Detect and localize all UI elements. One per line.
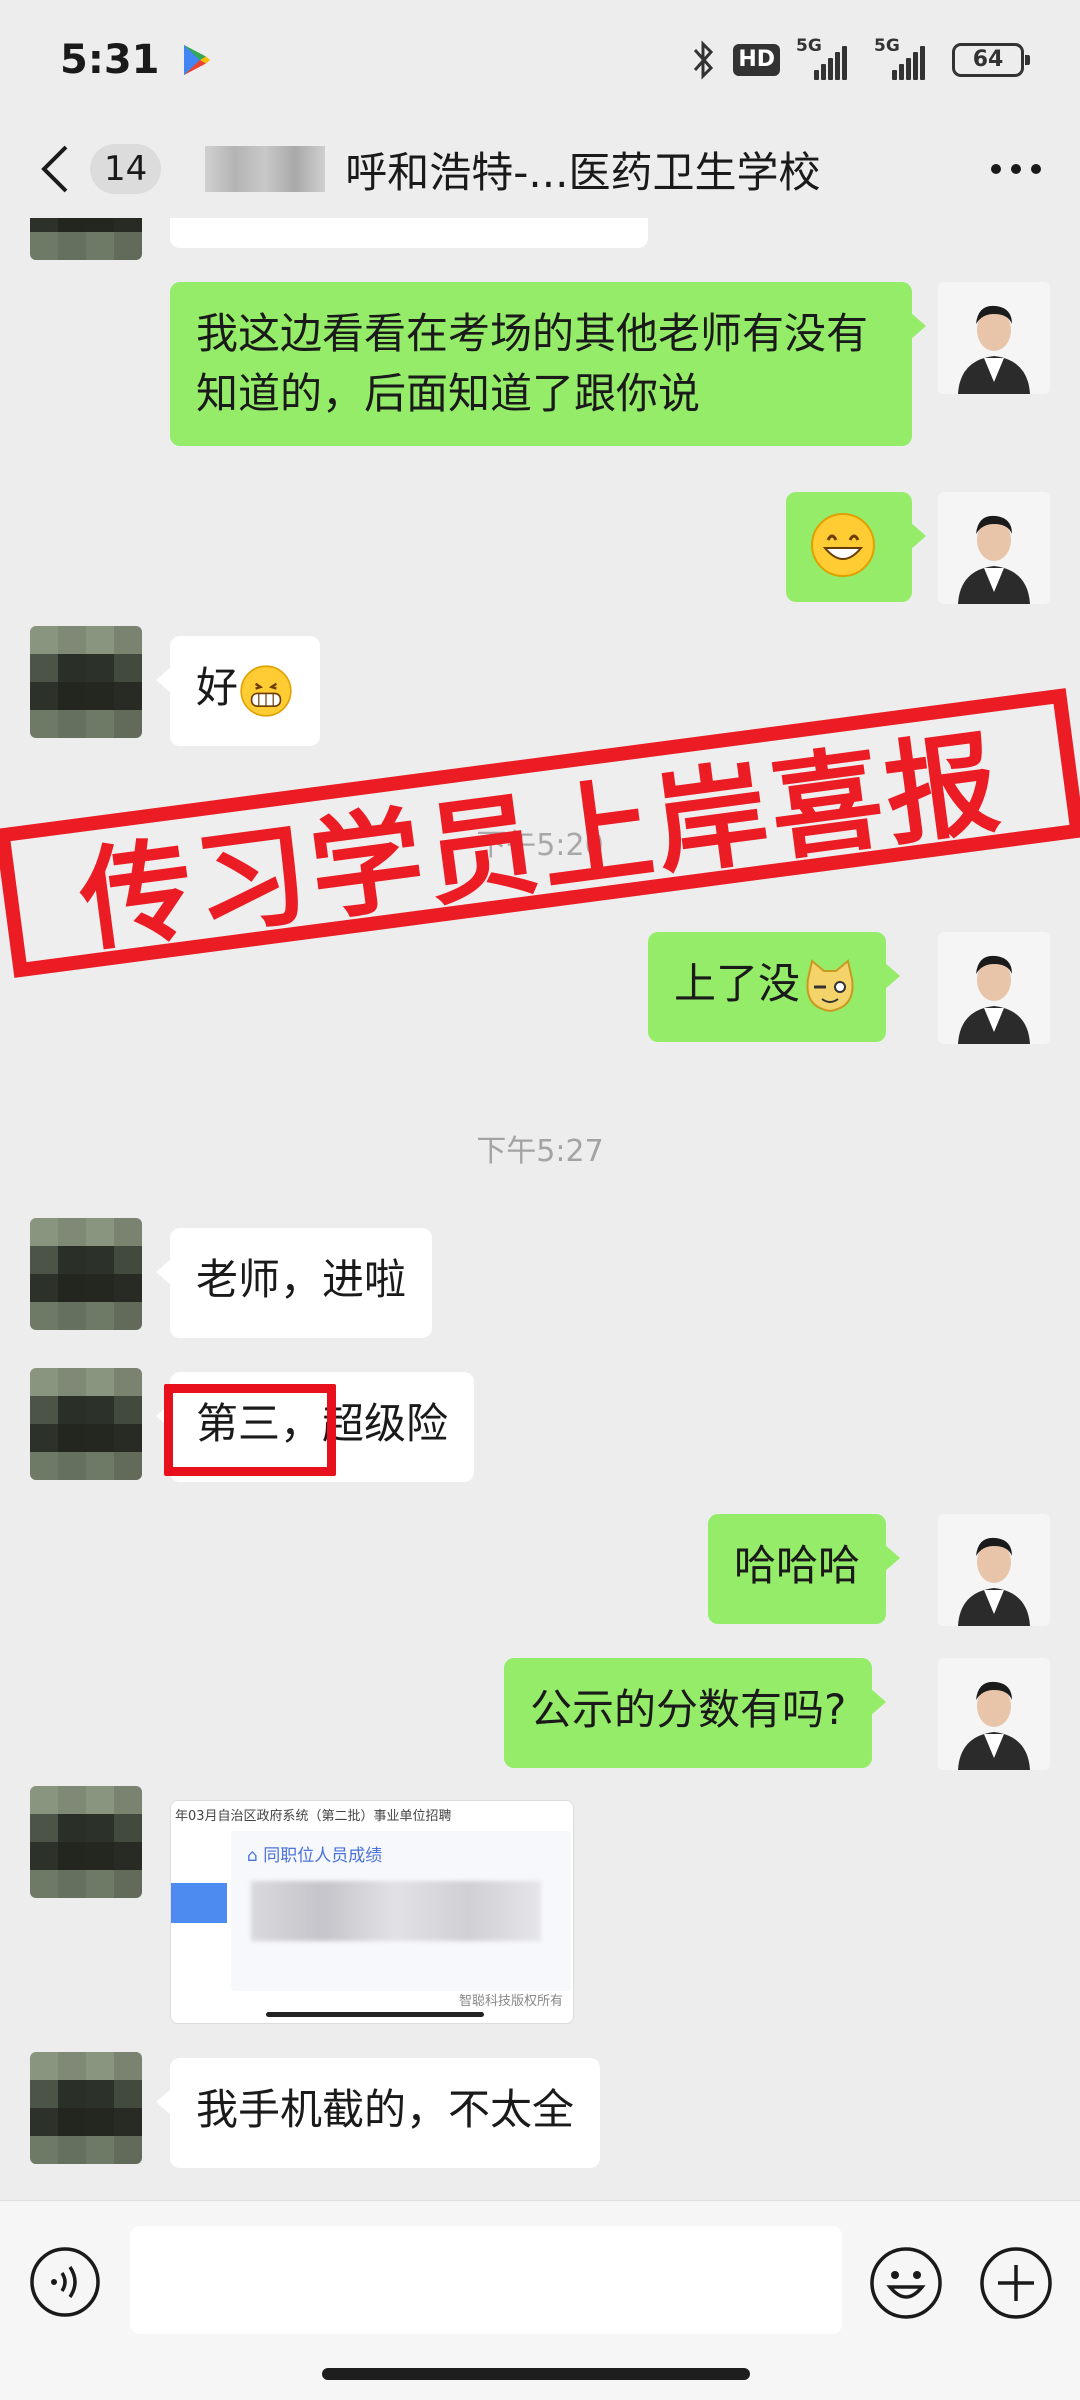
message-input[interactable] <box>130 2226 842 2334</box>
image-tab-highlight <box>171 1883 227 1923</box>
timestamp: 下午5:20 <box>476 828 604 863</box>
image-subtitle: ⌂ 同职位人员成绩 <box>247 1846 383 1866</box>
contact-avatar[interactable] <box>30 1786 142 1898</box>
chat-header: 14 呼和浩特-...医药卫生学校 <box>0 120 1080 218</box>
signal-strength-icon: 5G <box>796 36 858 80</box>
message-bubble-outgoing[interactable]: 公示的分数有吗? <box>504 1658 887 1768</box>
message-bubble-outgoing-emoji[interactable] <box>786 492 926 602</box>
play-store-icon <box>183 45 210 75</box>
message-text: 上了没 <box>674 959 801 1008</box>
bluetooth-icon <box>694 40 714 80</box>
message-bubble-incoming[interactable]: 老师，进啦 <box>155 1228 433 1338</box>
grinning-face-emoji <box>811 513 875 577</box>
message-bubble-outgoing[interactable]: 上了没 <box>648 932 901 1042</box>
image-subtitle-text: 同职位人员成绩 <box>263 1846 383 1866</box>
message-bubble-outgoing[interactable]: 哈哈哈 <box>708 1514 901 1624</box>
blurred-name <box>205 146 326 192</box>
signal-strength-icon-2: 5G <box>874 36 936 80</box>
contact-avatar[interactable] <box>30 626 142 738</box>
red-highlight-box <box>164 1384 336 1476</box>
message-bubble-outgoing[interactable]: 我这边看看在考场的其他老师有没有知道的，后面知道了跟你说 <box>170 282 926 446</box>
contact-avatar[interactable] <box>30 1218 142 1330</box>
emoji-icon[interactable] <box>868 2245 944 2321</box>
grinning-face-emoji <box>240 664 292 717</box>
contact-avatar[interactable] <box>30 218 142 260</box>
user-avatar[interactable] <box>938 932 1050 1044</box>
user-avatar[interactable] <box>938 1658 1050 1770</box>
status-time: 5:31 <box>60 37 160 83</box>
blurred-content <box>251 1881 541 1941</box>
user-avatar[interactable] <box>938 492 1050 604</box>
message-list[interactable]: 我这边看看在考场的其他老师有没有知道的，后面知道了跟你说 好 下午5:20 上了… <box>0 218 1080 2200</box>
contact-avatar[interactable] <box>30 1368 142 1480</box>
user-avatar[interactable] <box>938 1514 1050 1626</box>
user-avatar[interactable] <box>938 282 1050 394</box>
image-caption: 年03月自治区政府系统（第二批）事业单位招聘 <box>175 1809 452 1824</box>
image-scroll-indicator <box>266 2012 484 2017</box>
chat-title: 呼和浩特-...医药卫生学校 <box>345 147 821 197</box>
status-bar: 5:31 HD 5G 5G 64 <box>0 0 1080 120</box>
home-indicator[interactable] <box>322 2368 750 2380</box>
image-message[interactable]: 年03月自治区政府系统（第二批）事业单位招聘 ⌂ 同职位人员成绩 智聪科技版权所… <box>170 1800 574 2024</box>
timestamp: 下午5:27 <box>476 1134 604 1169</box>
battery-icon: 64 <box>952 43 1030 77</box>
cat-face-emoji <box>806 958 854 1012</box>
message-bubble-partial[interactable] <box>170 218 648 248</box>
contact-avatar[interactable] <box>30 2052 142 2164</box>
message-text: 好 <box>196 663 239 712</box>
voice-input-icon[interactable] <box>28 2245 102 2319</box>
more-dots-icon[interactable] <box>988 159 1044 179</box>
plus-icon[interactable] <box>978 2245 1054 2321</box>
unread-count-badge[interactable]: 14 <box>90 144 162 194</box>
image-footer: 智聪科技版权所有 <box>458 1994 563 2009</box>
status-icons: HD 5G 5G 64 <box>689 36 1030 80</box>
message-bubble-incoming[interactable]: 我手机截的，不太全 <box>155 2058 601 2168</box>
chevron-left-icon[interactable] <box>36 141 76 197</box>
input-bar <box>0 2200 1080 2400</box>
hd-voice-badge: HD <box>733 44 780 76</box>
message-bubble-incoming[interactable]: 好 <box>155 636 321 746</box>
